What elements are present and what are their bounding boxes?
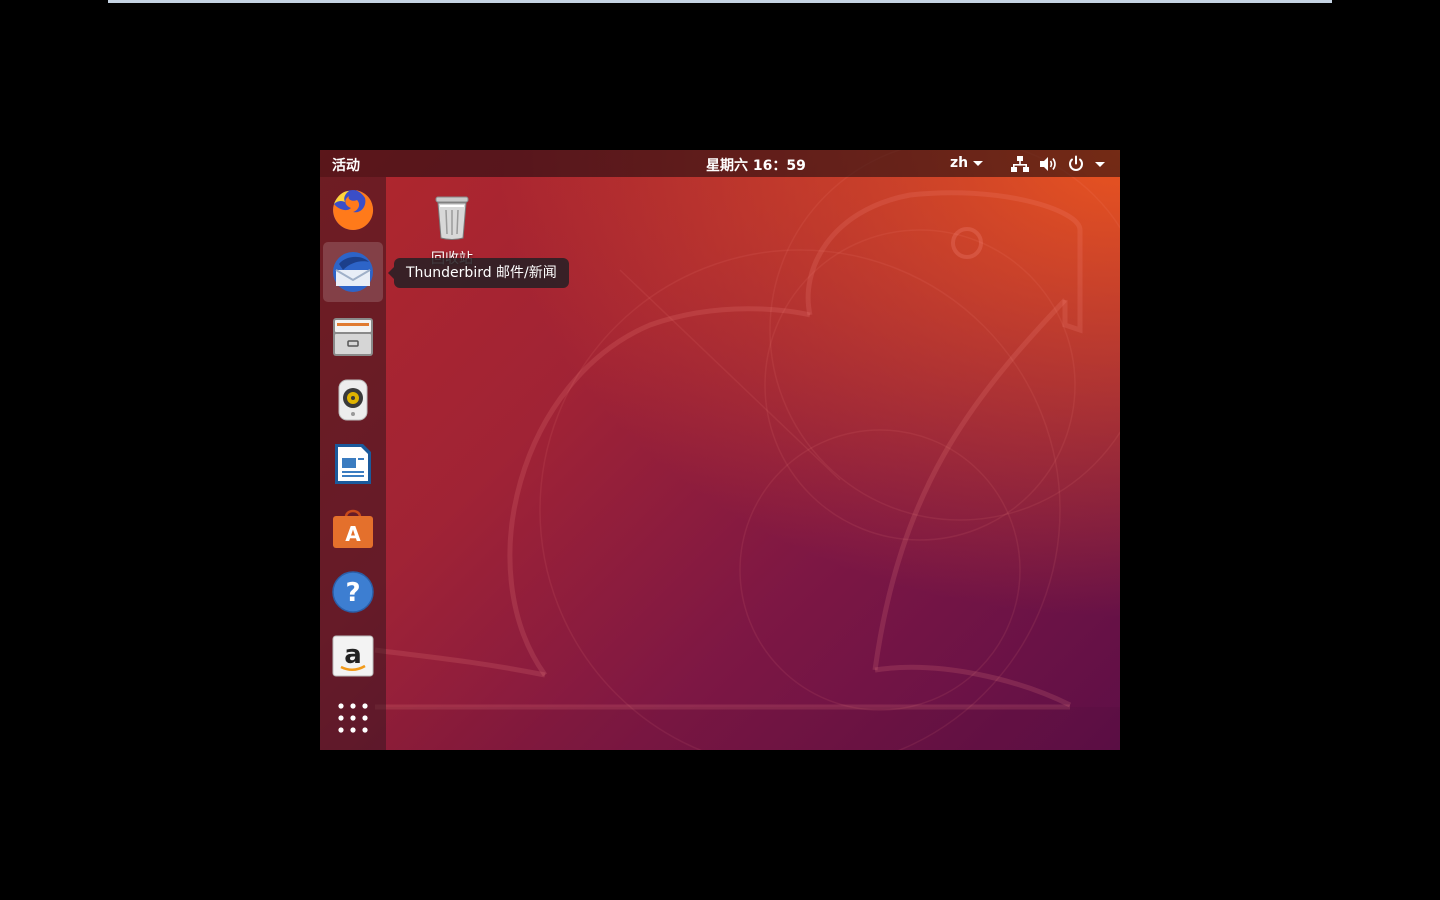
chevron-down-icon [973,160,984,166]
dock-item-writer[interactable] [323,434,383,494]
dock-item-thunderbird[interactable] [323,242,383,302]
files-icon [333,318,373,356]
help-icon: ? [332,571,374,613]
app-grid-icon [338,703,368,733]
dock-item-ubuntu-software[interactable]: A [323,498,383,558]
amazon-icon: a [332,635,374,677]
dock-item-files[interactable] [323,306,383,366]
dock: A ? a [320,177,386,750]
clock-button[interactable]: 星期六 16：59 [706,155,806,175]
input-method-menu[interactable]: zh [950,155,984,171]
show-applications-button[interactable] [323,688,383,748]
dock-item-firefox[interactable] [323,180,383,240]
svg-text:A: A [345,522,361,546]
dock-item-amazon[interactable]: a [323,626,383,686]
svg-text:a: a [344,640,362,670]
power-icon[interactable] [1066,154,1086,174]
software-icon: A [333,509,373,548]
network-icon[interactable] [1010,154,1030,174]
writer-icon [335,444,371,484]
svg-text:?: ? [345,578,360,608]
volume-icon[interactable] [1038,154,1058,174]
system-menu-arrow-icon[interactable] [1090,154,1110,174]
dock-item-rhythmbox[interactable] [323,370,383,430]
host-window-edge [108,0,1332,3]
top-panel: 活动 星期六 16：59 zh [320,150,1120,177]
input-method-label: zh [950,155,969,171]
thunderbird-icon [333,252,373,292]
dock-tooltip: Thunderbird 邮件/新闻 [388,258,569,288]
desktop-bottom-edge [386,707,1120,750]
rhythmbox-icon [338,379,368,421]
dock-item-help[interactable]: ? [323,562,383,622]
activities-button[interactable]: 活动 [332,155,360,175]
firefox-icon [333,189,374,230]
trash-icon [435,196,469,240]
ubuntu-desktop: 活动 星期六 16：59 zh A ? a Thunderbird 邮件/新闻 [320,150,1120,750]
desktop-trash[interactable]: 回收站 [412,194,492,267]
